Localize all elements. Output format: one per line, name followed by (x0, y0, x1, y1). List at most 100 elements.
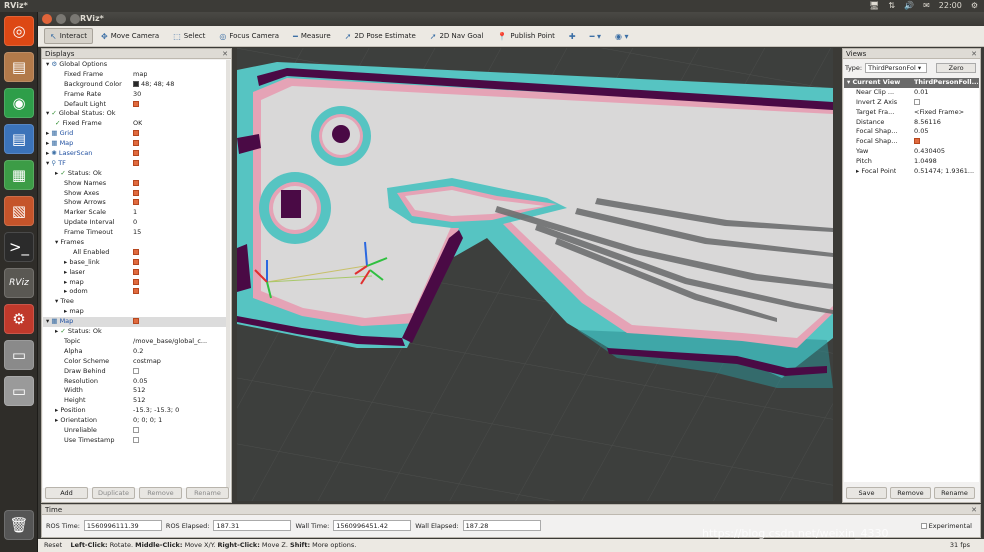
files-icon[interactable]: ▤ (4, 52, 34, 82)
tree-row[interactable]: Unreliable (43, 426, 230, 436)
enable-checkbox[interactable] (914, 138, 920, 145)
tree-value[interactable] (133, 278, 139, 288)
expand-arrow-icon[interactable]: ▸ (55, 416, 58, 424)
tree-row[interactable]: ▾ Tree (43, 297, 230, 307)
tree-row[interactable]: Width 512 (43, 386, 230, 396)
render-viewport[interactable] (237, 48, 833, 501)
tree-row[interactable]: ▸ ▦ Map (43, 139, 230, 149)
tree-row[interactable]: ▸ ✓ Status: Ok (43, 327, 230, 337)
collapse-arrow-icon[interactable]: ▾ (46, 317, 49, 325)
tree-row[interactable]: Distance 8.56116 (844, 118, 979, 128)
close-panel-icon[interactable]: ✕ (971, 50, 977, 58)
tree-value[interactable] (133, 268, 139, 278)
tree-row[interactable]: ✓ Fixed Frame OK (43, 119, 230, 129)
ros-elapsed-field[interactable]: 187.31 (213, 520, 292, 531)
tree-row[interactable]: ▸ ✺ LaserScan (43, 149, 230, 159)
tree-value[interactable]: 15 (133, 228, 141, 238)
tree-row[interactable]: ▸ Focal Point 0.51474; 1.9361... (844, 167, 979, 177)
expand-arrow-icon[interactable]: ▸ (64, 268, 67, 276)
tree-value[interactable] (133, 317, 139, 327)
rename-view-button[interactable]: Rename (934, 487, 975, 499)
expand-arrow-icon[interactable]: ▸ (46, 129, 49, 137)
focus-camera-tool[interactable]: ◎ Focus Camera (213, 28, 285, 44)
tree-value[interactable] (133, 287, 139, 297)
tree-value[interactable] (914, 137, 920, 147)
tree-value[interactable]: 0.2 (133, 347, 143, 357)
enable-checkbox[interactable] (133, 318, 139, 325)
collapse-arrow-icon[interactable]: ▾ (55, 238, 58, 246)
tree-value[interactable] (133, 436, 139, 446)
system-tray[interactable]: 🖥 ⇅ 🔊 ✉ 22:00 ⚙ (869, 1, 978, 11)
tray-item[interactable]: ✉ (923, 1, 930, 11)
tree-value[interactable] (133, 139, 139, 149)
tree-row[interactable]: ▾ ▦ Map (43, 317, 230, 328)
enable-checkbox[interactable] (133, 426, 139, 433)
ros-time-field[interactable]: 1560996111.39 (83, 520, 162, 531)
rviz-icon[interactable]: RViz (4, 268, 34, 298)
maximize-window-button[interactable] (70, 14, 80, 24)
expand-arrow-icon[interactable]: ▸ (64, 307, 67, 315)
tree-row[interactable]: Use Timestamp (43, 436, 230, 446)
enable-checkbox[interactable] (133, 179, 139, 186)
experimental-toggle[interactable]: Experimental (920, 522, 972, 530)
tree-value[interactable]: 1.0498 (914, 157, 937, 167)
tree-scrollbar[interactable] (226, 60, 230, 488)
expand-arrow-icon[interactable]: ▸ (64, 278, 67, 286)
tree-row[interactable]: Pitch 1.0498 (844, 157, 979, 167)
collapse-arrow-icon[interactable]: ▾ (46, 60, 49, 68)
drive-icon[interactable]: ▭ (4, 340, 34, 370)
tree-value[interactable] (914, 98, 920, 108)
tree-row[interactable]: Height 512 (43, 396, 230, 406)
tree-value[interactable]: 48; 48; 48 (133, 80, 174, 90)
tree-row[interactable]: ▸ Orientation 0; 0; 0; 1 (43, 416, 230, 426)
enable-checkbox[interactable] (133, 248, 139, 255)
tree-row[interactable]: ▾ ✓ Global Status: Ok (43, 109, 230, 119)
enable-checkbox[interactable] (133, 130, 139, 137)
3d-scene[interactable] (237, 48, 833, 501)
window-title-bar[interactable]: RViz* (38, 12, 984, 26)
tree-value[interactable]: 0.05 (133, 377, 147, 387)
enable-checkbox[interactable] (133, 100, 139, 107)
tree-row[interactable]: ▾ ⚙ Global Options (43, 60, 230, 70)
tree-value[interactable]: -15.3; -15.3; 0 (133, 406, 179, 416)
displays-tree[interactable]: ▾ ⚙ Global Options Fixed Frame map Backgrou… (43, 60, 230, 488)
duplicate-display-button[interactable]: Duplicate (92, 487, 135, 499)
move-camera-tool[interactable]: ✥ Move Camera (95, 28, 165, 44)
expand-arrow-icon[interactable]: ▸ (55, 406, 58, 414)
wall-time-field[interactable]: 1560996451.42 (333, 520, 412, 531)
tree-row[interactable]: ▾ ⚲ TF (43, 159, 230, 169)
tree-row[interactable]: Default Light (43, 100, 230, 110)
tree-row[interactable]: Yaw 0.430405 (844, 147, 979, 157)
tree-row[interactable]: All Enabled (43, 248, 230, 258)
tree-row[interactable]: ▾ Frames (43, 238, 230, 248)
tree-value[interactable]: 0; 0; 0; 1 (133, 416, 162, 426)
enable-checkbox[interactable] (133, 159, 139, 166)
ubuntu-dash-icon[interactable]: ◎ (4, 16, 34, 46)
views-tree[interactable]: ▾ Current View ThirdPersonFoll... Near Cli… (844, 78, 979, 482)
enable-checkbox[interactable] (133, 199, 139, 206)
tree-value[interactable] (133, 149, 139, 159)
close-window-button[interactable] (42, 14, 52, 24)
tree-row[interactable]: Show Axes (43, 189, 230, 199)
pose-estimate-tool[interactable]: ➚ 2D Pose Estimate (339, 28, 422, 44)
expand-arrow-icon[interactable]: ▸ (46, 149, 49, 157)
tree-value[interactable]: 30 (133, 90, 141, 100)
add-display-button[interactable]: Add (45, 487, 88, 499)
enable-checkbox[interactable] (133, 189, 139, 196)
enable-checkbox[interactable] (914, 98, 920, 105)
tree-row[interactable]: Frame Rate 30 (43, 90, 230, 100)
tree-row[interactable]: ▸ ✓ Status: Ok (43, 169, 230, 179)
tree-value[interactable] (133, 248, 139, 258)
tree-row[interactable]: Near Clip ... 0.01 (844, 88, 979, 98)
tree-value[interactable] (133, 100, 139, 110)
color-swatch[interactable] (133, 80, 139, 87)
tree-value[interactable]: 0.05 (914, 127, 928, 137)
expand-arrow-icon[interactable]: ▸ (64, 258, 67, 266)
tree-value[interactable]: 0.51474; 1.9361... (914, 167, 974, 177)
tree-value[interactable]: /move_base/global_c... (133, 337, 207, 347)
zero-view-button[interactable]: Zero (936, 63, 977, 73)
enable-checkbox[interactable] (133, 278, 139, 285)
tree-value[interactable] (133, 129, 139, 139)
enable-checkbox[interactable] (133, 268, 139, 275)
tree-value[interactable]: <Fixed Frame> (914, 108, 964, 118)
